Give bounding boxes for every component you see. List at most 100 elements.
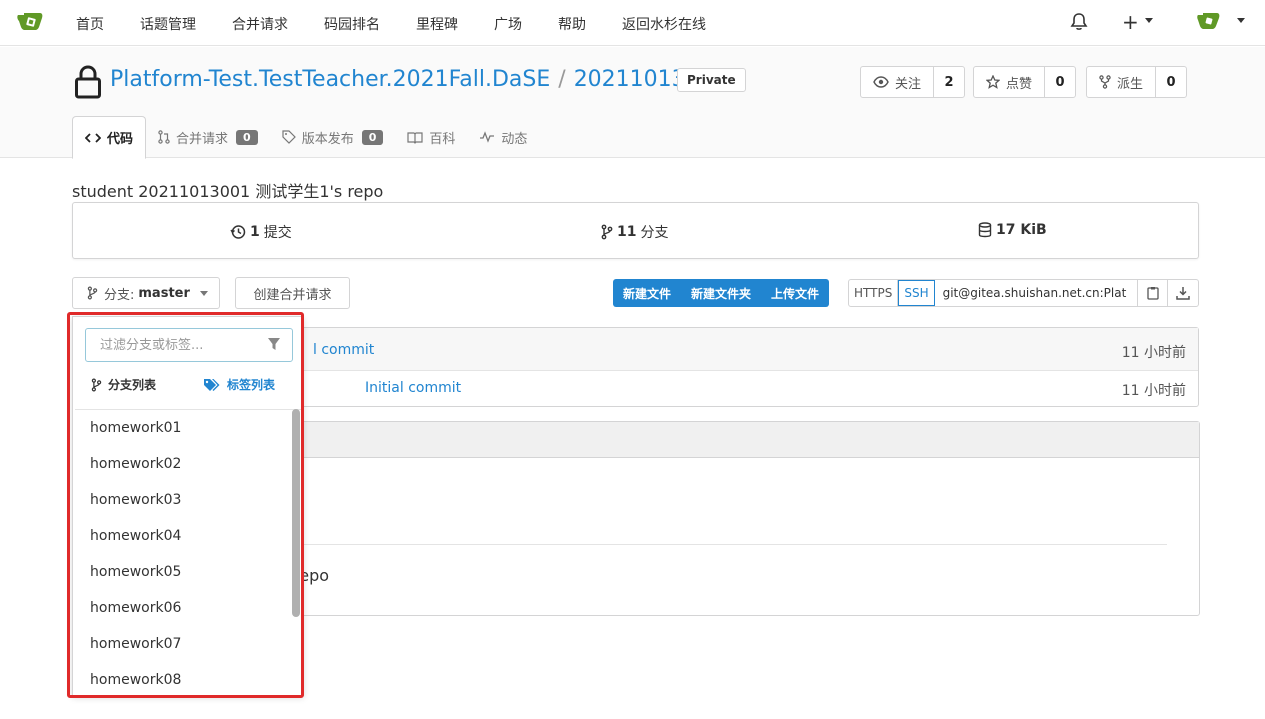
dropdown-scrollbar[interactable] xyxy=(292,409,300,617)
filter-icon xyxy=(268,338,280,350)
nav-milestones[interactable]: 里程碑 xyxy=(416,14,458,34)
branch-list-item[interactable]: homework01 xyxy=(75,410,301,446)
private-badge: Private xyxy=(677,68,746,92)
tab-releases[interactable]: 版本发布 0 xyxy=(270,116,396,158)
ssh-button[interactable]: SSH xyxy=(898,280,935,306)
tab-code[interactable]: 代码 xyxy=(72,116,147,159)
tags-list-tab[interactable]: 标签列表 xyxy=(203,376,275,393)
fork-label-wrap[interactable]: 派生 xyxy=(1087,67,1157,97)
file-actions-group: 新建文件 新建文件夹 上传文件 xyxy=(613,279,830,307)
nav-pull-requests[interactable]: 合并请求 xyxy=(232,14,288,34)
tab-releases-label: 版本发布 xyxy=(301,131,354,147)
branch-icon xyxy=(87,286,98,300)
tab-activity-label: 动态 xyxy=(501,131,528,147)
tag-icon xyxy=(282,130,296,144)
fork-button[interactable]: 派生 0 xyxy=(1086,66,1188,98)
code-icon xyxy=(85,132,101,143)
copy-button[interactable] xyxy=(1138,280,1168,306)
file-commit-time: 11 小时前 xyxy=(1121,383,1186,399)
tab-pull-requests[interactable]: 合并请求 0 xyxy=(146,116,270,158)
branch-prefix: 分支: xyxy=(104,287,135,303)
tab-wiki-label: 百科 xyxy=(429,131,456,147)
nav-explore[interactable]: 广场 xyxy=(494,14,522,34)
branch-list-item[interactable]: homework06 xyxy=(75,590,301,626)
current-branch-name: master xyxy=(138,285,190,301)
fork-icon xyxy=(1099,75,1111,89)
file-commit-message[interactable]: Initial commit xyxy=(365,380,461,396)
database-icon xyxy=(978,222,992,238)
branch-list-item[interactable]: homework08 xyxy=(75,662,301,695)
chevron-down-icon[interactable] xyxy=(1237,18,1245,23)
branch-icon xyxy=(601,224,613,240)
branch-filter-input[interactable] xyxy=(85,328,293,362)
branch-icon xyxy=(91,378,102,391)
fork-label: 派生 xyxy=(1117,76,1144,92)
new-folder-button[interactable]: 新建文件夹 xyxy=(681,279,761,307)
branch-list-item[interactable]: homework04 xyxy=(75,518,301,554)
repo-title: Platform-Test.TestTeacher.2021Fall.DaSE /… xyxy=(110,67,728,92)
commits-count: 1 xyxy=(250,224,260,240)
pulse-icon xyxy=(480,131,495,143)
branches-list-tab-label: 分支列表 xyxy=(108,378,157,392)
watch-count[interactable]: 2 xyxy=(934,67,964,97)
watch-label: 关注 xyxy=(895,76,922,92)
upload-file-button[interactable]: 上传文件 xyxy=(761,279,829,307)
https-button[interactable]: HTTPS xyxy=(849,280,899,306)
repo-stats-bar: 1 提交 11 分支 17 KiB xyxy=(72,202,1199,259)
history-icon xyxy=(230,225,246,239)
branch-list-item[interactable]: homework02 xyxy=(75,446,301,482)
tab-wiki[interactable]: 百科 xyxy=(395,116,467,158)
tab-activity[interactable]: 动态 xyxy=(467,116,539,158)
branches-count: 11 xyxy=(617,224,637,240)
latest-commit-message[interactable]: l commit xyxy=(313,342,374,358)
star-button[interactable]: 点赞 0 xyxy=(973,66,1077,98)
watch-button[interactable]: 关注 2 xyxy=(860,66,966,98)
nav-help[interactable]: 帮助 xyxy=(558,14,586,34)
repo-description: student 20211013001 测试学生1's repo xyxy=(72,182,384,201)
avatar[interactable] xyxy=(1196,10,1220,32)
star-icon xyxy=(986,75,1000,89)
branch-dropdown-menu: 分支列表 标签列表 homework01 homework02 homework… xyxy=(72,316,304,696)
create-pull-request-button[interactable]: 创建合并请求 xyxy=(235,277,350,309)
branch-list-item[interactable]: homework03 xyxy=(75,482,301,518)
branch-list-item[interactable]: homework07 xyxy=(75,626,301,662)
create-new-icon[interactable]: + xyxy=(1122,10,1139,34)
branches-stat[interactable]: 11 分支 xyxy=(601,222,668,242)
fork-count[interactable]: 0 xyxy=(1156,67,1186,97)
star-count[interactable]: 0 xyxy=(1045,67,1075,97)
branches-label: 分支 xyxy=(640,225,669,241)
tags-icon xyxy=(204,378,220,391)
nav-home[interactable]: 首页 xyxy=(76,14,104,34)
download-icon xyxy=(1176,287,1190,300)
eye-icon xyxy=(873,76,889,88)
repo-tabs: 代码 合并请求 0 版本发布 0 百科 动态 xyxy=(72,116,539,159)
gitea-logo-icon[interactable] xyxy=(16,10,44,32)
repo-size: 17 KiB xyxy=(996,222,1047,238)
star-label-wrap[interactable]: 点赞 xyxy=(974,67,1046,97)
tab-code-label: 代码 xyxy=(107,132,134,147)
nav-back-link[interactable]: 返回水杉在线 xyxy=(622,14,706,34)
latest-commit-time: 11 小时前 xyxy=(1121,345,1186,361)
releases-count-badge: 0 xyxy=(361,129,384,145)
top-nav: 首页 话题管理 合并请求 码园排名 里程碑 广场 帮助 返回水杉在线 + xyxy=(0,0,1265,46)
chevron-down-icon[interactable] xyxy=(1145,18,1153,23)
commits-stat[interactable]: 1 提交 xyxy=(230,222,292,242)
tags-list-tab-label: 标签列表 xyxy=(227,378,276,392)
nav-topics[interactable]: 话题管理 xyxy=(140,14,196,34)
branches-list-tab[interactable]: 分支列表 xyxy=(91,376,156,393)
nav-ranking[interactable]: 码园排名 xyxy=(324,14,380,34)
commits-label: 提交 xyxy=(263,225,292,241)
repo-title-separator: / xyxy=(558,67,566,92)
branch-selector-button[interactable]: 分支: master xyxy=(72,277,220,309)
clone-url-field[interactable]: git@gitea.shuishan.net.cn:Plat xyxy=(935,280,1138,306)
tab-pull-requests-label: 合并请求 xyxy=(176,131,229,147)
download-button[interactable] xyxy=(1168,280,1198,306)
clipboard-icon xyxy=(1146,287,1159,300)
repo-owner-link[interactable]: Platform-Test.TestTeacher.2021Fall.DaSE xyxy=(110,67,550,92)
branch-list-item[interactable]: homework05 xyxy=(75,554,301,590)
watch-label-wrap[interactable]: 关注 xyxy=(861,67,935,97)
branch-list: homework01 homework02 homework03 homewor… xyxy=(75,409,301,695)
new-file-button[interactable]: 新建文件 xyxy=(613,279,681,307)
book-icon xyxy=(407,131,423,144)
bell-icon[interactable] xyxy=(1069,12,1089,32)
